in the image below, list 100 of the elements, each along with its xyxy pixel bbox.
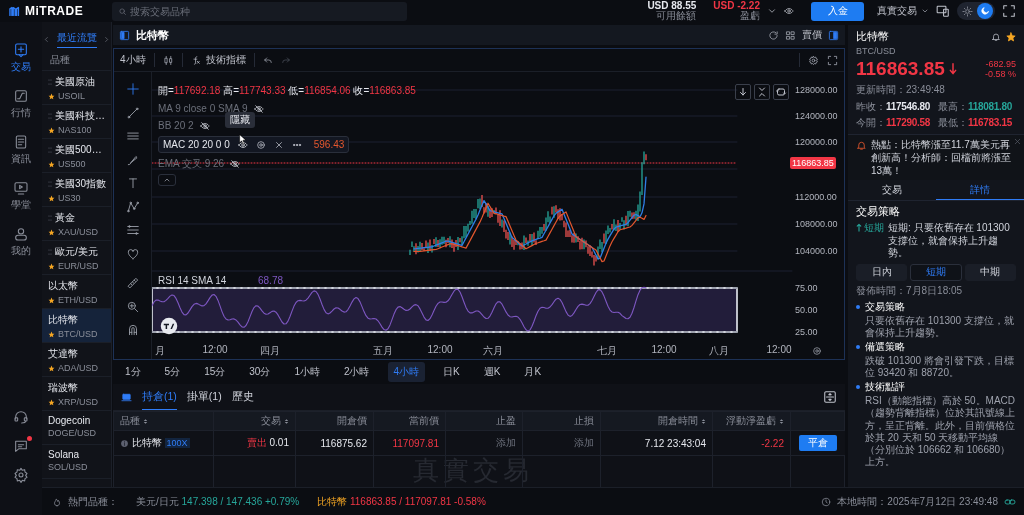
column-header[interactable]: 交易 <box>213 411 296 431</box>
chevron-down-icon[interactable] <box>767 6 777 16</box>
column-header[interactable]: 止盈 <box>445 411 523 431</box>
column-header[interactable]: 浮動淨盈虧 <box>712 411 791 431</box>
close-position-button[interactable]: 平倉 <box>798 435 837 451</box>
watchlist-item[interactable]: 歐元/美元 EUR/USD <box>42 241 111 275</box>
watchlist-item[interactable]: 美國原油 USOIL <box>42 71 111 105</box>
watchlist-item[interactable]: 比特幣 BTC/USD <box>42 309 111 343</box>
ticker-item[interactable]: 美元/日元 147.398 / 147.436 +0.79% <box>136 494 300 509</box>
info-icon[interactable] <box>120 438 129 448</box>
term-button[interactable]: 日內 <box>856 263 908 281</box>
timeframe-button[interactable]: 1分 <box>119 362 147 382</box>
star-icon[interactable] <box>48 92 55 100</box>
indicators-button[interactable]: 技術指標 <box>190 53 246 67</box>
nav-item[interactable]: 交易 <box>2 39 40 77</box>
positions-tab[interactable]: 掛單(1) <box>186 384 222 410</box>
timeframe-button[interactable]: 15分 <box>198 362 232 382</box>
settings-icon[interactable] <box>255 139 266 150</box>
timeframe-button[interactable]: 月K <box>518 362 548 382</box>
star-icon[interactable] <box>48 364 55 372</box>
account-mode-dropdown[interactable]: 真實交易 <box>877 4 929 18</box>
close-icon[interactable] <box>273 139 284 150</box>
watchlist-item[interactable]: 瑞波幣 XRP/USD <box>42 377 111 411</box>
timeframe-button[interactable]: 1小時 <box>288 362 326 382</box>
detail-tab[interactable]: 詳情 <box>936 180 1024 200</box>
fib-levels-icon[interactable] <box>125 223 140 237</box>
bell-icon[interactable] <box>991 31 1001 42</box>
deposit-button[interactable]: 入金 <box>811 1 864 21</box>
nav-item[interactable]: 資訊 <box>2 131 40 169</box>
add-link[interactable]: 添加 <box>522 430 601 456</box>
pattern-icon[interactable] <box>125 199 140 214</box>
settings-icon[interactable] <box>808 54 819 66</box>
panel-toggle-icon[interactable] <box>828 29 839 41</box>
star-icon[interactable] <box>48 398 55 406</box>
watchlist-item[interactable]: 艾達幣 ADA/USD <box>42 343 111 377</box>
positions-tab[interactable]: 歷史 <box>231 384 254 410</box>
column-header[interactable]: 當前價 <box>373 411 446 431</box>
headset-icon[interactable] <box>13 409 29 425</box>
star-icon[interactable] <box>48 296 55 304</box>
star-icon[interactable] <box>48 160 55 168</box>
settings-icon[interactable] <box>13 467 29 483</box>
column-header[interactable]: 品種 <box>113 411 214 431</box>
star-icon[interactable] <box>1006 31 1016 42</box>
positions-tab[interactable]: 持倉(1) <box>142 384 177 410</box>
heart-icon[interactable] <box>125 246 140 261</box>
candlestick-icon[interactable] <box>162 54 174 66</box>
reset-icon[interactable] <box>773 84 789 100</box>
eye-off-icon[interactable] <box>253 103 264 114</box>
expand-icon[interactable] <box>823 390 837 404</box>
zoom-icon[interactable] <box>125 299 140 314</box>
fullscreen-icon[interactable] <box>1002 4 1016 18</box>
watchlist-item[interactable]: Solana SOL/USD <box>42 445 111 479</box>
star-icon[interactable] <box>48 262 55 270</box>
timeframe-button[interactable]: 2小時 <box>337 362 376 382</box>
star-icon[interactable] <box>48 126 55 134</box>
timeframe-button[interactable]: 4小時 <box>387 362 426 382</box>
nav-item[interactable]: 學堂 <box>2 177 40 215</box>
watchlist-item[interactable]: 美國500… US500 <box>42 139 111 173</box>
timeframe-button[interactable]: 日K <box>437 362 466 382</box>
eye-icon[interactable] <box>237 139 248 150</box>
nav-item[interactable]: 我的 <box>2 223 40 261</box>
detail-tab[interactable]: 交易 <box>848 180 936 200</box>
column-header[interactable]: 止損 <box>522 411 601 431</box>
search-field[interactable]: 搜索交易品种 <box>112 1 407 21</box>
ruler-icon[interactable] <box>125 276 140 290</box>
watchlist-item[interactable]: 美國30指數 US30 <box>42 173 111 207</box>
interval-button[interactable]: 4小時 <box>120 53 146 67</box>
timeframe-button[interactable]: 週K <box>477 362 507 382</box>
eye-off-icon[interactable] <box>199 120 210 131</box>
trend-line-icon[interactable] <box>125 105 140 120</box>
devices-icon[interactable] <box>936 4 950 18</box>
timeframe-button[interactable]: 5分 <box>158 362 187 382</box>
eye-off-icon[interactable] <box>230 158 241 169</box>
arrow-down-icon[interactable] <box>735 84 751 100</box>
star-icon[interactable] <box>48 228 55 236</box>
eye-icon[interactable] <box>784 6 794 16</box>
watchlist-tab[interactable]: 最近流覽 <box>56 31 97 48</box>
theme-toggle[interactable] <box>957 2 995 20</box>
ticker-item[interactable]: 比特幣 116863.85 / 117097.81 -0.58% <box>317 494 486 509</box>
grid-icon[interactable] <box>785 29 796 41</box>
column-header[interactable]: 開倉時間 <box>600 411 713 431</box>
column-header[interactable]: 開倉價 <box>295 411 374 431</box>
fit-icon[interactable] <box>754 84 770 100</box>
term-button[interactable]: 中期 <box>964 263 1016 281</box>
settings-icon[interactable] <box>812 346 822 356</box>
fullscreen-icon[interactable] <box>827 54 838 66</box>
watchlist-item[interactable]: Dogecoin DOGE/USD <box>42 411 111 445</box>
timeframe-button[interactable]: 30分 <box>243 362 277 382</box>
watchlist-item[interactable]: 黃金 XAU/USD <box>42 207 111 241</box>
panel-toggle-icon[interactable] <box>119 29 130 41</box>
add-link[interactable]: 添加 <box>445 430 523 456</box>
term-button[interactable]: 短期 <box>910 263 962 281</box>
parallel-lines-icon[interactable] <box>125 129 140 143</box>
chat-icon[interactable] <box>13 438 29 454</box>
star-icon[interactable] <box>48 194 55 202</box>
nav-item[interactable]: 行情 <box>2 85 40 123</box>
watchlist-item[interactable]: 美國科技… NAS100 <box>42 105 111 139</box>
star-icon[interactable] <box>48 330 55 338</box>
indicator-toolbar[interactable]: MAC 20 20 0 0 596.43 <box>158 136 350 153</box>
undo-icon[interactable] <box>262 55 273 65</box>
